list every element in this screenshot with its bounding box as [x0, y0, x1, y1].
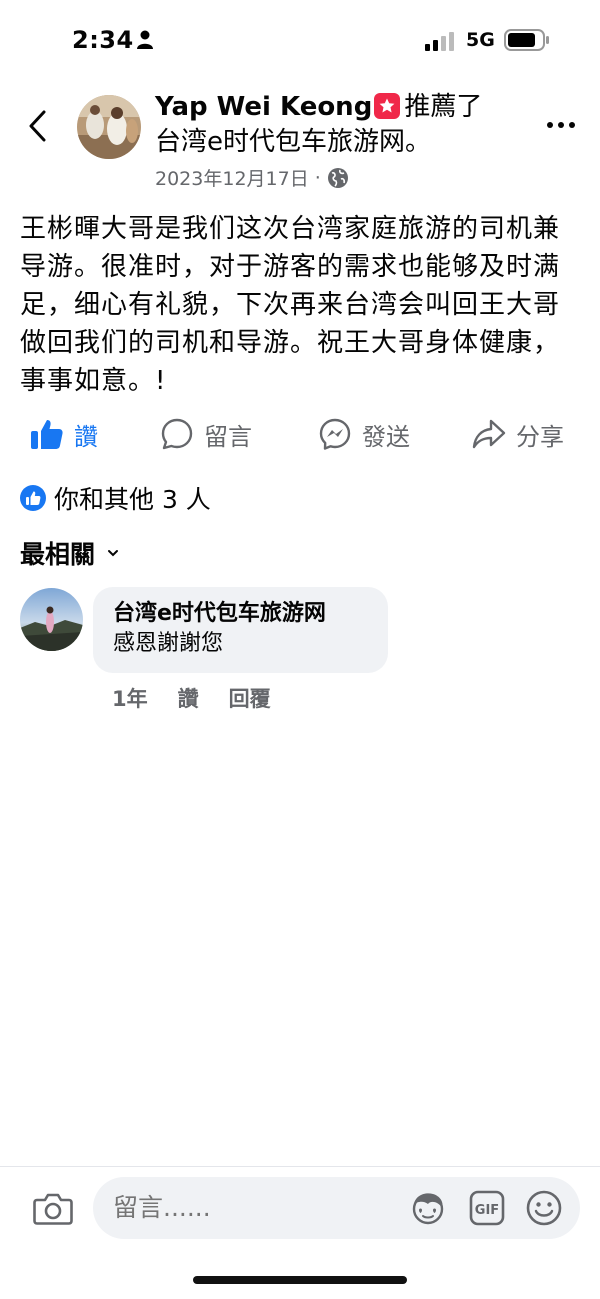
send-button[interactable]: 發送 — [318, 410, 410, 458]
recommend-badge-icon — [374, 93, 401, 119]
author-name[interactable]: Yap Wei Keong — [155, 92, 372, 122]
post-date[interactable]: 2023年12月17日 — [155, 164, 309, 191]
comment-time: 1年 — [112, 687, 148, 711]
home-indicator[interactable] — [193, 1276, 407, 1284]
battery-icon — [504, 29, 549, 51]
comment-sort-dropdown[interactable]: 最相關 — [20, 535, 119, 571]
reactions-summary[interactable]: 你和其他 3 人 — [20, 480, 211, 516]
messenger-icon — [319, 418, 351, 450]
comment-author[interactable]: 台湾e时代包车旅游网 — [113, 599, 368, 629]
comment-composer[interactable]: GIF — [93, 1177, 580, 1239]
reactions-text: 你和其他 3 人 — [54, 485, 211, 514]
like-reaction-icon — [20, 485, 46, 511]
meta-separator: · — [314, 166, 321, 189]
emoji-icon[interactable] — [525, 1189, 563, 1227]
sort-label: 最相關 — [20, 540, 96, 569]
comment-icon — [161, 418, 193, 450]
comment-meta: 1年 讚 回覆 — [112, 683, 271, 713]
thumbs-up-icon — [31, 420, 63, 449]
gif-icon[interactable]: GIF — [469, 1190, 505, 1226]
person-icon — [137, 30, 153, 49]
recommend-text: 推薦了 — [404, 92, 483, 122]
post-action-bar: 讚 留言 發送 分享 — [0, 410, 600, 458]
status-bar: 2:34 5G — [0, 0, 600, 82]
like-label: 讚 — [74, 422, 98, 451]
share-label: 分享 — [516, 422, 564, 451]
comment-reply-button[interactable]: 回覆 — [229, 683, 271, 713]
status-time: 2:34 — [72, 26, 134, 54]
camera-icon[interactable] — [33, 1190, 73, 1226]
svg-text:GIF: GIF — [475, 1203, 499, 1218]
share-icon — [472, 419, 506, 449]
more-options-icon[interactable] — [545, 117, 577, 133]
network-label: 5G — [466, 29, 495, 51]
chevron-down-icon — [108, 550, 119, 557]
composer-divider — [0, 1166, 600, 1167]
header-line: Yap Wei Keong 推薦了 — [155, 88, 535, 126]
like-button[interactable]: 讚 — [30, 410, 98, 458]
globe-icon — [327, 167, 348, 188]
commenter-avatar[interactable] — [20, 588, 83, 651]
comment-input[interactable] — [113, 1177, 393, 1239]
comment-text: 感恩謝謝您 — [113, 631, 224, 656]
comment-bubble[interactable]: 台湾e时代包车旅游网 感恩謝謝您 — [93, 587, 388, 673]
post-header: Yap Wei Keong 推薦了 台湾e时代包车旅游网。 2023年12月17日… — [155, 88, 535, 191]
post-body: 王彬暉大哥是我们这次台湾家庭旅游的司机兼导游。很准时，对于游客的需求也能够及时满… — [20, 214, 561, 396]
post-meta: 2023年12月17日 · — [155, 164, 535, 191]
comment-button[interactable]: 留言 — [160, 410, 252, 458]
back-icon[interactable] — [24, 108, 52, 144]
comment-label: 留言 — [204, 422, 252, 451]
avatar-sticker-icon[interactable] — [409, 1190, 447, 1226]
signal-icon — [425, 32, 454, 51]
comment-like-button[interactable]: 讚 — [178, 683, 199, 713]
page-name[interactable]: 台湾e时代包车旅游网。 — [155, 126, 535, 158]
share-button[interactable]: 分享 — [472, 410, 564, 458]
send-label: 發送 — [362, 422, 410, 451]
author-avatar[interactable] — [77, 95, 141, 159]
